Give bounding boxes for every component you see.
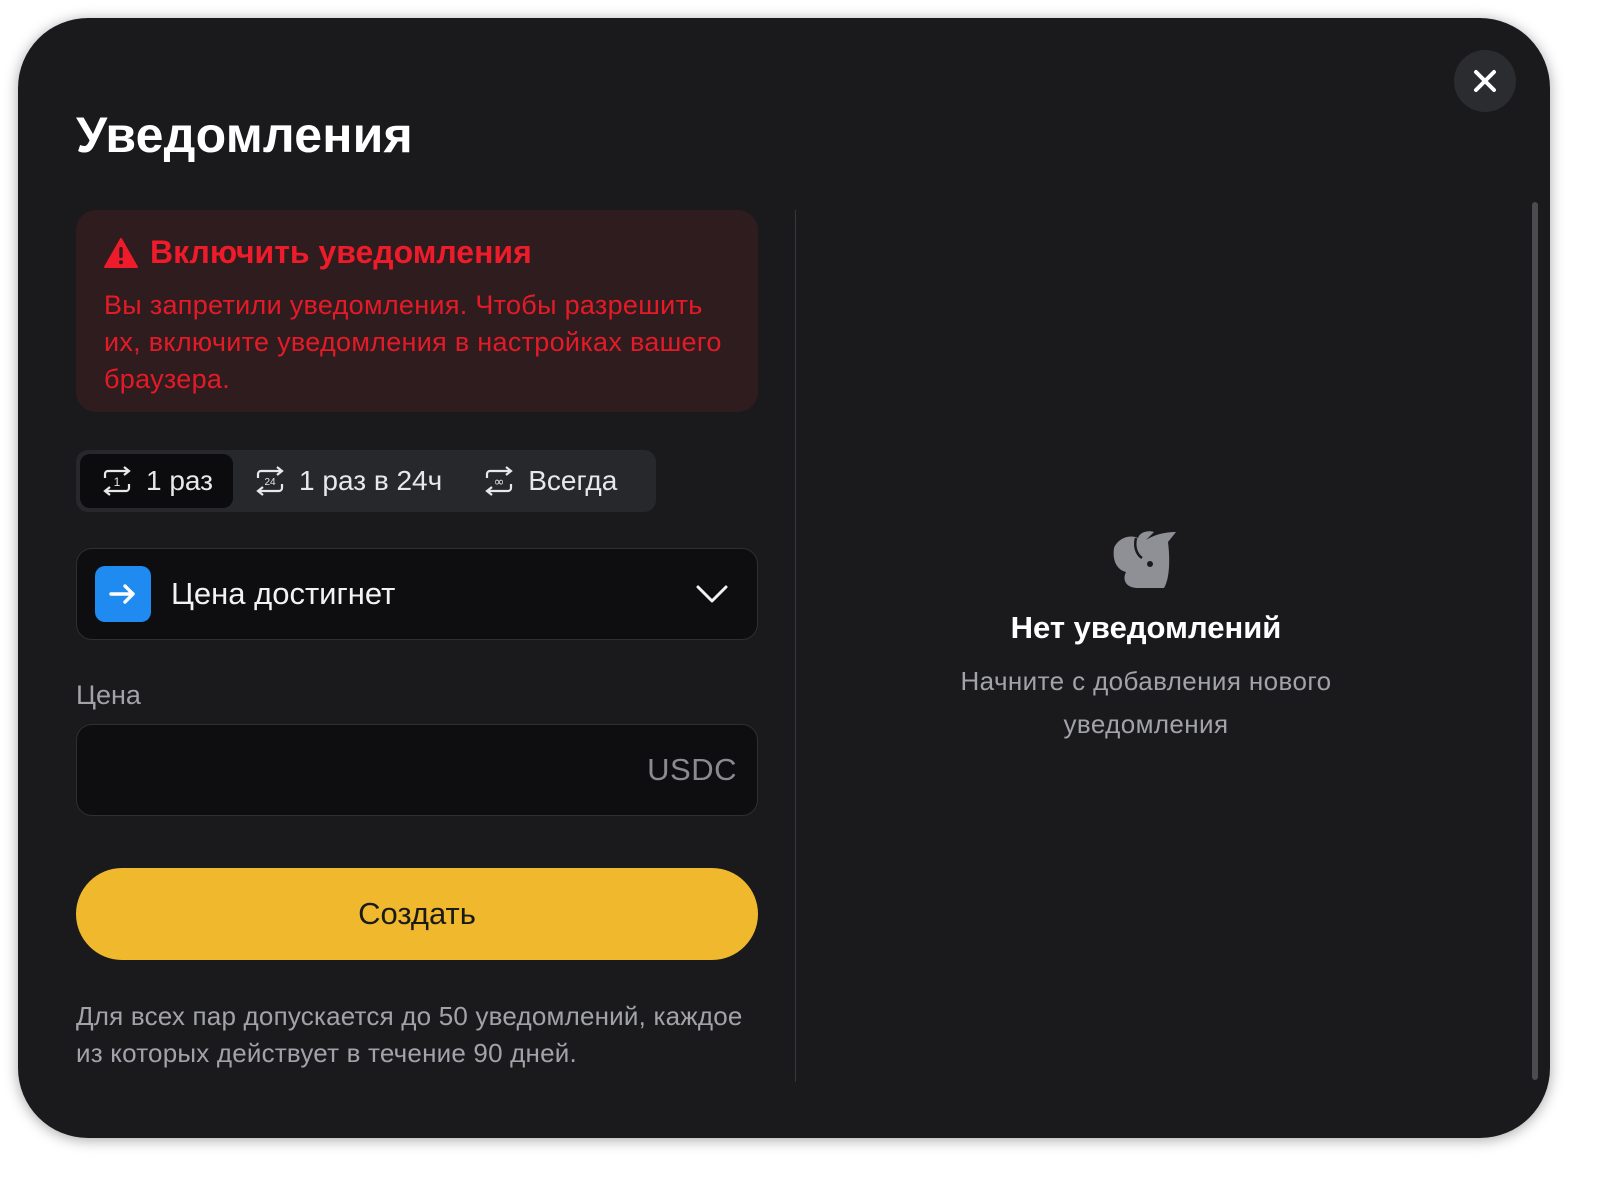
frequency-option-once[interactable]: 1 1 раз (80, 454, 234, 508)
repeat-once-icon: 1 (103, 466, 131, 496)
frequency-label: 1 раз (146, 465, 214, 496)
condition-badge (95, 566, 151, 622)
repeat-24h-icon: 24 (256, 466, 284, 496)
limit-footnote: Для всех пар допускается до 50 уведомлен… (76, 1001, 743, 1068)
frequency-option-always[interactable]: ∞ Всегда (462, 454, 637, 508)
bull-logo-icon (1113, 531, 1176, 588)
frequency-label: Всегда (528, 465, 618, 496)
panel-divider (795, 210, 796, 1082)
frequency-option-24h[interactable]: 24 1 раз в 24ч (233, 454, 462, 508)
price-field[interactable]: USDC (76, 724, 758, 816)
svg-text:24: 24 (264, 477, 276, 488)
frequency-label: 1 раз в 24ч (299, 465, 443, 496)
close-icon (1474, 70, 1496, 92)
svg-text:1: 1 (114, 475, 121, 489)
chevron-down-icon (696, 585, 728, 603)
arrow-right-icon (109, 584, 135, 604)
create-button[interactable]: Создать (76, 868, 758, 960)
svg-text:∞: ∞ (494, 475, 505, 490)
close-button[interactable] (1454, 50, 1516, 112)
page-title: Уведомления (76, 107, 413, 163)
condition-label: Цена достигнет (171, 576, 396, 611)
price-input[interactable] (97, 752, 648, 788)
price-unit: USDC (647, 752, 737, 787)
price-label: Цена (76, 680, 141, 710)
permission-alert: Включить уведомления Вы запретили уведом… (76, 210, 758, 412)
empty-title: Нет уведомлений (1010, 610, 1282, 645)
empty-state: Нет уведомлений Начните с добавления нов… (818, 528, 1474, 746)
frequency-selector: 1 1 раз 24 1 раз в 24ч ∞ Всегда (76, 450, 656, 512)
condition-select[interactable]: Цена достигнет (76, 548, 758, 640)
alert-title: Включить уведомления (150, 234, 532, 270)
warning-triangle-icon (104, 237, 138, 268)
scrollbar[interactable] (1532, 202, 1538, 1080)
repeat-always-icon: ∞ (485, 466, 513, 496)
notifications-modal: Уведомления Включить уведомления Вы запр… (18, 18, 1550, 1138)
alert-text: Вы запретили уведомления. Чтобы разрешит… (104, 290, 722, 394)
empty-subtitle: Начните с добавления нового уведомления (960, 666, 1332, 739)
